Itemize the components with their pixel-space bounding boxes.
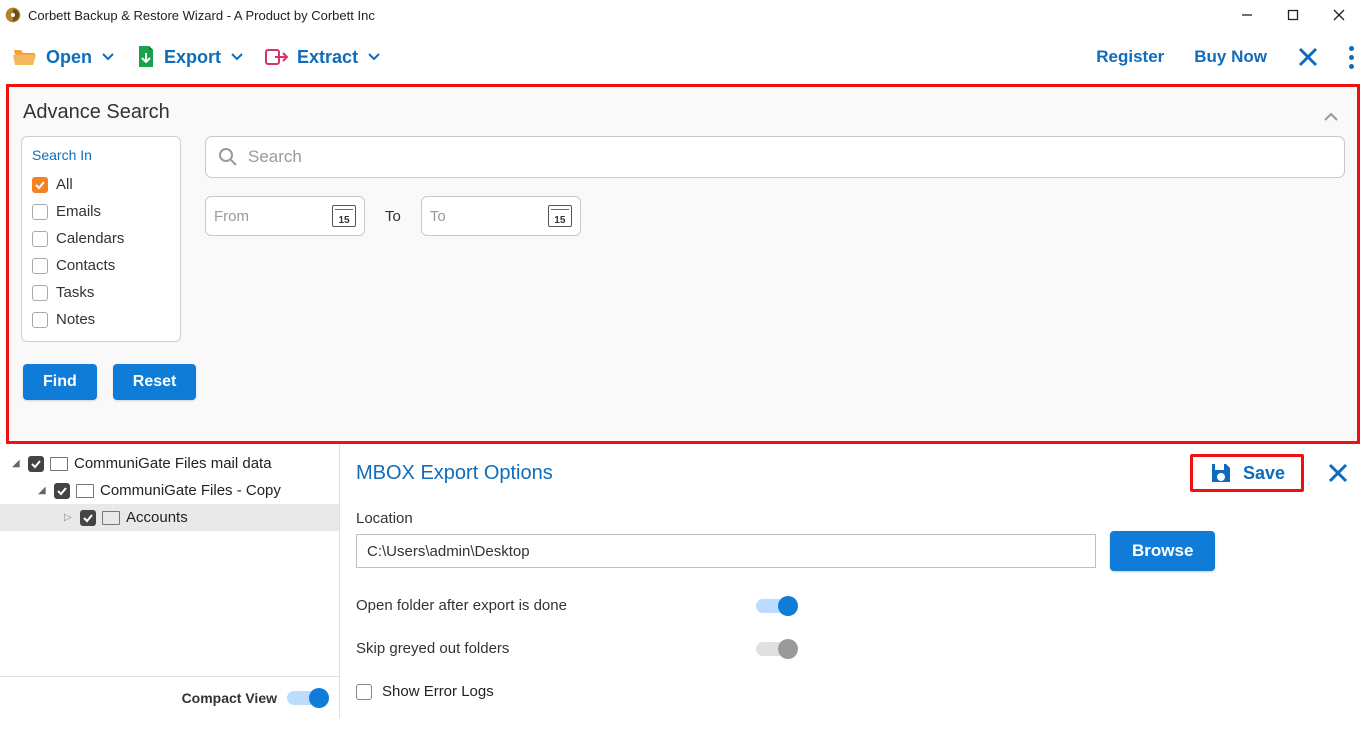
search-field-wrapper xyxy=(205,136,1345,178)
checkbox-checked-icon[interactable] xyxy=(54,483,70,499)
export-menu-button[interactable]: Export xyxy=(136,45,243,69)
location-label: Location xyxy=(356,510,1350,527)
more-menu-button[interactable] xyxy=(1349,46,1354,69)
open-label: Open xyxy=(46,47,92,68)
checkbox-checked-icon[interactable] xyxy=(28,456,44,472)
search-icon xyxy=(218,147,238,167)
buy-now-link[interactable]: Buy Now xyxy=(1194,47,1267,67)
lower-area: ◢ CommuniGate Files mail data ◢ CommuniG… xyxy=(0,444,1366,718)
search-in-item-label: Tasks xyxy=(56,284,94,301)
compact-view-label: Compact View xyxy=(182,690,277,706)
search-in-item-label: All xyxy=(56,176,73,193)
checkbox-icon xyxy=(32,204,48,220)
extract-menu-button[interactable]: Extract xyxy=(265,47,380,68)
search-in-box: Search In All Emails Calendars Contacts … xyxy=(21,136,181,342)
window-title: Corbett Backup & Restore Wizard - A Prod… xyxy=(28,8,375,23)
skip-greyed-toggle[interactable] xyxy=(756,642,796,656)
search-in-contacts[interactable]: Contacts xyxy=(32,252,170,279)
checkbox-icon xyxy=(32,312,48,328)
register-link[interactable]: Register xyxy=(1096,47,1164,67)
chevron-down-icon xyxy=(231,51,243,63)
save-button[interactable]: Save xyxy=(1190,454,1304,492)
folder-icon xyxy=(50,457,68,471)
window-close-button[interactable] xyxy=(1316,0,1362,30)
tree-expand-icon[interactable]: ◢ xyxy=(38,485,48,496)
chevron-down-icon xyxy=(102,51,114,63)
date-to-input[interactable] xyxy=(430,208,520,225)
browse-button[interactable]: Browse xyxy=(1110,531,1215,571)
window-titlebar: Corbett Backup & Restore Wizard - A Prod… xyxy=(0,0,1366,30)
search-in-all[interactable]: All xyxy=(32,171,170,198)
close-options-button[interactable] xyxy=(1326,461,1350,485)
collapse-panel-button[interactable] xyxy=(1323,111,1339,123)
tree-node-selected[interactable]: ▷ Accounts xyxy=(0,504,339,531)
search-in-notes[interactable]: Notes xyxy=(32,306,170,333)
tree-node[interactable]: ◢ CommuniGate Files - Copy xyxy=(0,477,339,504)
skip-greyed-label: Skip greyed out folders xyxy=(356,640,716,657)
date-from-input[interactable] xyxy=(214,208,304,225)
extract-icon xyxy=(265,47,289,67)
tree-node-label: CommuniGate Files mail data xyxy=(74,455,272,472)
checkbox-checked-icon[interactable] xyxy=(80,510,96,526)
search-in-emails[interactable]: Emails xyxy=(32,198,170,225)
search-in-item-label: Calendars xyxy=(56,230,124,247)
export-options-panel: MBOX Export Options Save Location Browse… xyxy=(340,444,1366,718)
search-in-calendars[interactable]: Calendars xyxy=(32,225,170,252)
toolbar-close-button[interactable] xyxy=(1297,46,1319,68)
export-options-title: MBOX Export Options xyxy=(356,462,553,485)
date-to-field[interactable]: 15 xyxy=(421,196,581,236)
advance-search-title: Advance Search xyxy=(23,101,1345,124)
folder-open-icon xyxy=(12,46,38,68)
open-folder-toggle[interactable] xyxy=(756,599,796,613)
show-error-logs-label: Show Error Logs xyxy=(382,683,494,700)
checkbox-icon xyxy=(32,285,48,301)
tree-node-label: Accounts xyxy=(126,509,188,526)
tree-expand-icon[interactable]: ◢ xyxy=(12,458,22,469)
tree-footer: Compact View xyxy=(0,676,339,718)
open-menu-button[interactable]: Open xyxy=(12,46,114,68)
folder-icon xyxy=(102,511,120,525)
export-label: Export xyxy=(164,47,221,68)
search-in-label: Search In xyxy=(32,147,170,163)
tree-node-label: CommuniGate Files - Copy xyxy=(100,482,281,499)
window-minimize-button[interactable] xyxy=(1224,0,1270,30)
window-maximize-button[interactable] xyxy=(1270,0,1316,30)
extract-label: Extract xyxy=(297,47,358,68)
location-input[interactable] xyxy=(356,534,1096,568)
save-label: Save xyxy=(1243,463,1285,484)
tree-node-root[interactable]: ◢ CommuniGate Files mail data xyxy=(0,450,339,477)
compact-view-toggle[interactable] xyxy=(287,691,327,705)
find-button[interactable]: Find xyxy=(23,364,97,400)
date-from-field[interactable]: 15 xyxy=(205,196,365,236)
date-to-label: To xyxy=(385,208,401,225)
chevron-down-icon xyxy=(368,51,380,63)
save-disk-icon xyxy=(1209,461,1233,485)
advance-search-panel: Advance Search Search In All Emails Cale… xyxy=(6,84,1360,444)
open-folder-label: Open folder after export is done xyxy=(356,597,716,614)
search-in-tasks[interactable]: Tasks xyxy=(32,279,170,306)
search-in-item-label: Contacts xyxy=(56,257,115,274)
checkbox-checked-icon xyxy=(32,177,48,193)
search-input[interactable] xyxy=(248,147,1332,167)
file-export-icon xyxy=(136,45,156,69)
calendar-icon: 15 xyxy=(548,205,572,227)
search-in-item-label: Emails xyxy=(56,203,101,220)
tree-expand-icon[interactable]: ▷ xyxy=(64,512,74,523)
folder-icon xyxy=(76,484,94,498)
search-in-item-label: Notes xyxy=(56,311,95,328)
reset-button[interactable]: Reset xyxy=(113,364,197,400)
app-icon xyxy=(4,6,22,24)
main-toolbar: Open Export Extract Register Buy Now xyxy=(0,30,1366,84)
folder-tree-panel: ◢ CommuniGate Files mail data ◢ CommuniG… xyxy=(0,444,340,718)
checkbox-icon[interactable] xyxy=(356,684,372,700)
calendar-icon: 15 xyxy=(332,205,356,227)
checkbox-icon xyxy=(32,231,48,247)
checkbox-icon xyxy=(32,258,48,274)
